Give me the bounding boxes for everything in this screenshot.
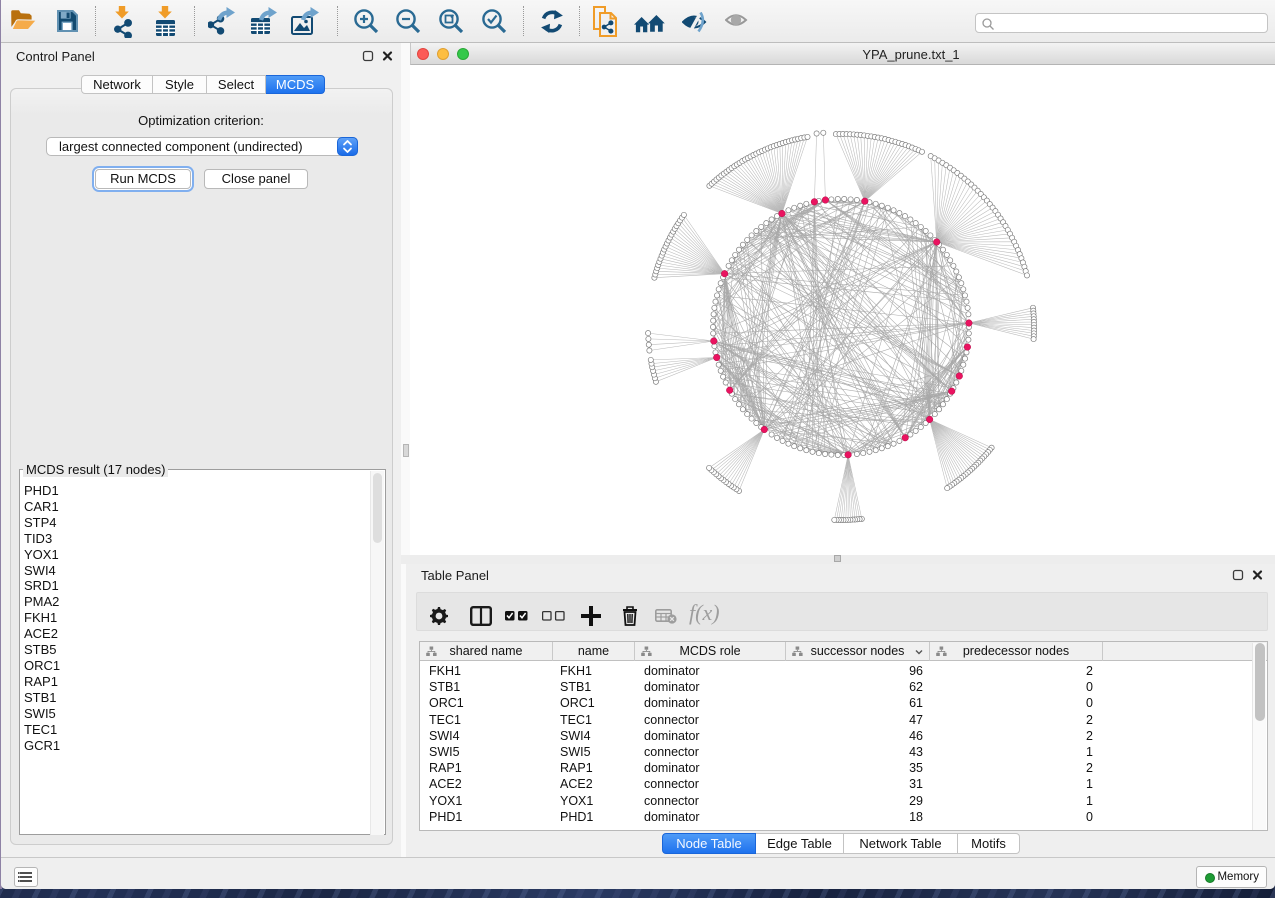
svg-text:f(x): f(x) xyxy=(689,602,720,625)
